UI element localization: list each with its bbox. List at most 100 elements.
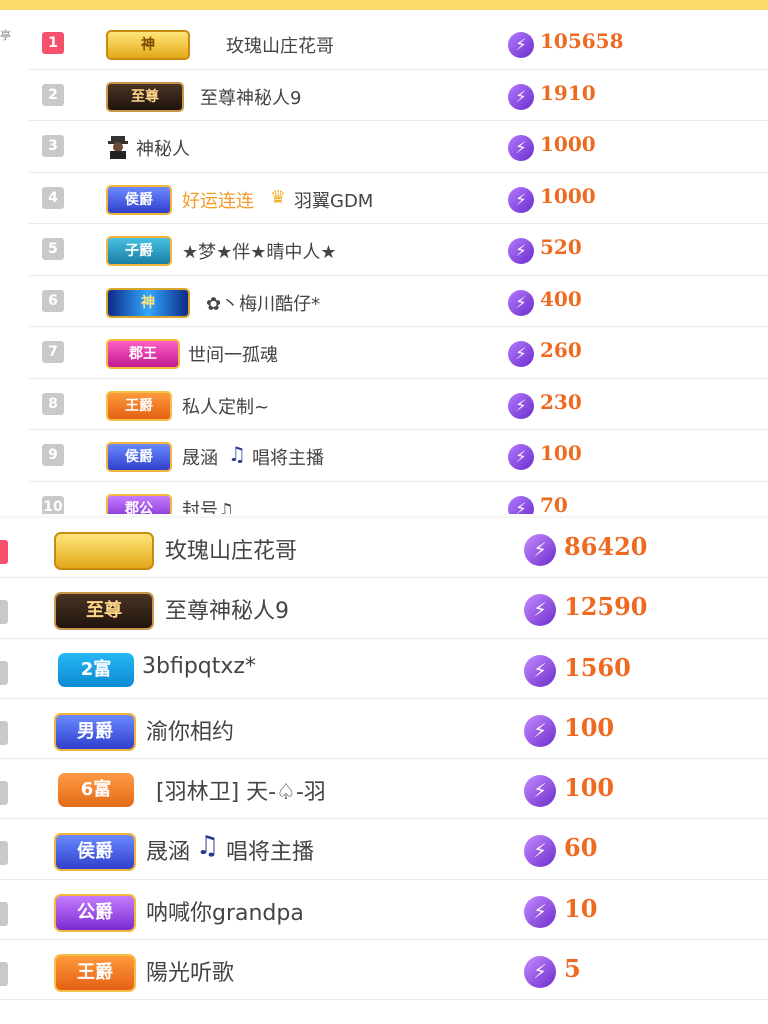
list-item[interactable]: 2 至尊 至尊神秘人9 ⚡ 1910 — [28, 70, 768, 121]
lightning-coin-icon: ⚡ — [508, 83, 534, 110]
score-value: 60 — [564, 833, 598, 863]
user-name-suffix: 唱将主播 — [226, 840, 315, 866]
title-badge: 侯爵 — [54, 833, 136, 872]
rank-badge: 1 — [42, 32, 64, 54]
lightning-coin-icon: ⚡ — [524, 714, 556, 747]
user-name: 陽光听歌 — [146, 961, 235, 987]
lightning-coin-icon: ⚡ — [524, 835, 556, 868]
list-item[interactable]: 5 子爵 ★梦★伴★晴中人★ ⚡ 520 — [28, 224, 768, 276]
lightning-coin-icon: ⚡ — [524, 895, 556, 928]
list-item[interactable]: 7 郡王 世间一孤魂 ⚡ 260 — [28, 327, 768, 379]
rank-badge: 8 — [42, 392, 64, 415]
score-value: 1910 — [540, 80, 596, 105]
list-item[interactable]: 9 侯爵 晟涵 ♫ 唱将主播 ⚡ 100 — [28, 430, 768, 482]
title-badge: 至尊 — [106, 81, 184, 112]
rank-marker — [0, 660, 8, 685]
score-value: 230 — [540, 389, 582, 414]
list-item[interactable]: 1 神 玫瑰山庄花哥 ⚡ 105658 — [28, 18, 768, 70]
score-value: 12590 — [564, 592, 648, 622]
score-value: 86420 — [564, 532, 648, 561]
crown-icon: ♛ — [270, 186, 287, 208]
user-name: ✿丶梅川酷仔* — [206, 293, 321, 315]
rank-marker — [0, 600, 8, 625]
music-note-icon: ♫ — [196, 831, 220, 862]
lightning-coin-icon: ⚡ — [508, 135, 534, 161]
user-name: 晟涵 — [146, 840, 191, 866]
user-name: 封号♫ — [182, 499, 235, 515]
rank-badge: 10 — [42, 495, 64, 514]
score-value: 5 — [564, 954, 581, 984]
title-badge: 郡公 — [106, 493, 172, 514]
rank-badge: 4 — [42, 186, 64, 209]
rank-badge: 2 — [42, 83, 64, 106]
lightning-coin-icon: ⚡ — [524, 775, 556, 808]
lightning-coin-icon: ⚡ — [508, 444, 534, 470]
score-value: 70 — [540, 492, 568, 515]
score-value: 1000 — [540, 183, 596, 208]
user-name: 世间一孤魂 — [188, 345, 278, 366]
title-badge: 王爵 — [54, 954, 136, 993]
list-item[interactable]: 6 神 ✿丶梅川酷仔* ⚡ 400 — [28, 276, 768, 327]
list-item[interactable]: 10 郡公 封号♫ ⚡ 70 — [28, 482, 768, 515]
user-name: [羽林卫] 天-♤-羽 — [156, 780, 326, 806]
rank-badge: 6 — [42, 289, 64, 312]
user-name: 私人定制~ — [182, 396, 270, 418]
score-value: 260 — [540, 338, 582, 362]
score-value: 1000 — [540, 132, 596, 156]
lightning-coin-icon: ⚡ — [508, 341, 534, 367]
rank-marker — [0, 720, 8, 745]
rank-badge: 7 — [42, 341, 64, 363]
lightning-coin-icon: ⚡ — [508, 495, 534, 514]
list-item[interactable]: 玫瑰山庄花哥 ⚡ 86420 — [0, 518, 768, 579]
lightning-coin-icon: ⚡ — [508, 238, 534, 264]
list-item[interactable]: 4 侯爵 好运连连 ♛ 羽翼GDM ⚡ 1000 — [28, 173, 768, 224]
user-name: 至尊神秘人9 — [200, 87, 302, 109]
title-badge: 侯爵 — [106, 184, 172, 215]
list-item[interactable]: 8 王爵 私人定制~ ⚡ 230 — [28, 379, 768, 430]
lightning-coin-icon: ⚡ — [524, 956, 556, 989]
rank-marker — [0, 781, 8, 806]
mystery-person-icon — [106, 133, 130, 159]
lightning-coin-icon: ⚡ — [508, 289, 534, 316]
user-name: 神秘人 — [136, 139, 190, 160]
title-badge: 神 — [106, 30, 190, 60]
list-item[interactable]: 至尊 至尊神秘人9 ⚡ 12590 — [0, 578, 768, 639]
user-name: 晟涵 — [182, 448, 218, 469]
score-value: 105658 — [540, 29, 624, 53]
list-item[interactable]: 2富 3bfipqtxz* ⚡ 1560 — [0, 639, 768, 699]
rank-marker — [0, 540, 8, 564]
user-name: ★梦★伴★晴中人★ — [182, 242, 337, 263]
user-name: 至尊神秘人9 — [165, 599, 289, 625]
lightning-coin-icon: ⚡ — [508, 32, 534, 58]
list-item[interactable]: 3 神秘人 ⚡ 1000 — [28, 121, 768, 173]
title-badge: 至尊 — [54, 592, 154, 631]
score-value: 520 — [540, 235, 582, 259]
title-badge: 子爵 — [106, 236, 172, 266]
score-value: 100 — [540, 441, 582, 465]
user-name: 呐喊你grandpa — [146, 900, 304, 926]
rank-marker — [0, 841, 8, 866]
title-badge: 郡王 — [106, 339, 180, 369]
rank-marker — [0, 962, 8, 987]
title-badge — [54, 532, 154, 570]
lightning-coin-icon: ⚡ — [508, 392, 534, 419]
title-badge: 男爵 — [54, 712, 136, 751]
score-value: 400 — [540, 286, 582, 311]
lightning-coin-icon: ⚡ — [524, 534, 556, 566]
score-value: 100 — [564, 712, 615, 742]
user-name-suffix: 羽翼GDM — [294, 190, 374, 212]
title-badge: 神 — [106, 287, 190, 318]
user-name: 玫瑰山庄花哥 — [165, 539, 298, 564]
list-item[interactable]: 侯爵 晟涵 ♫ 唱将主播 ⚡ 60 — [0, 819, 768, 880]
ranking-list-bottom: 玫瑰山庄花哥 ⚡ 86420 至尊 至尊神秘人9 ⚡ 12590 2富 3bfi… — [0, 518, 768, 1024]
user-name: 渝你相约 — [146, 719, 235, 745]
list-item[interactable]: 6富 [羽林卫] 天-♤-羽 ⚡ 100 — [0, 759, 768, 820]
lightning-coin-icon: ⚡ — [524, 594, 556, 627]
rank-badge: 5 — [42, 238, 64, 260]
list-item[interactable]: 公爵 呐喊你grandpa ⚡ 10 — [0, 880, 768, 941]
list-item[interactable]: 王爵 陽光听歌 ⚡ 5 — [0, 940, 768, 1001]
music-note-icon: ♫ — [228, 442, 246, 466]
title-badge: 公爵 — [54, 893, 136, 932]
rank-badge: 3 — [42, 135, 64, 157]
list-item[interactable]: 男爵 渝你相约 ⚡ 100 — [0, 699, 768, 760]
